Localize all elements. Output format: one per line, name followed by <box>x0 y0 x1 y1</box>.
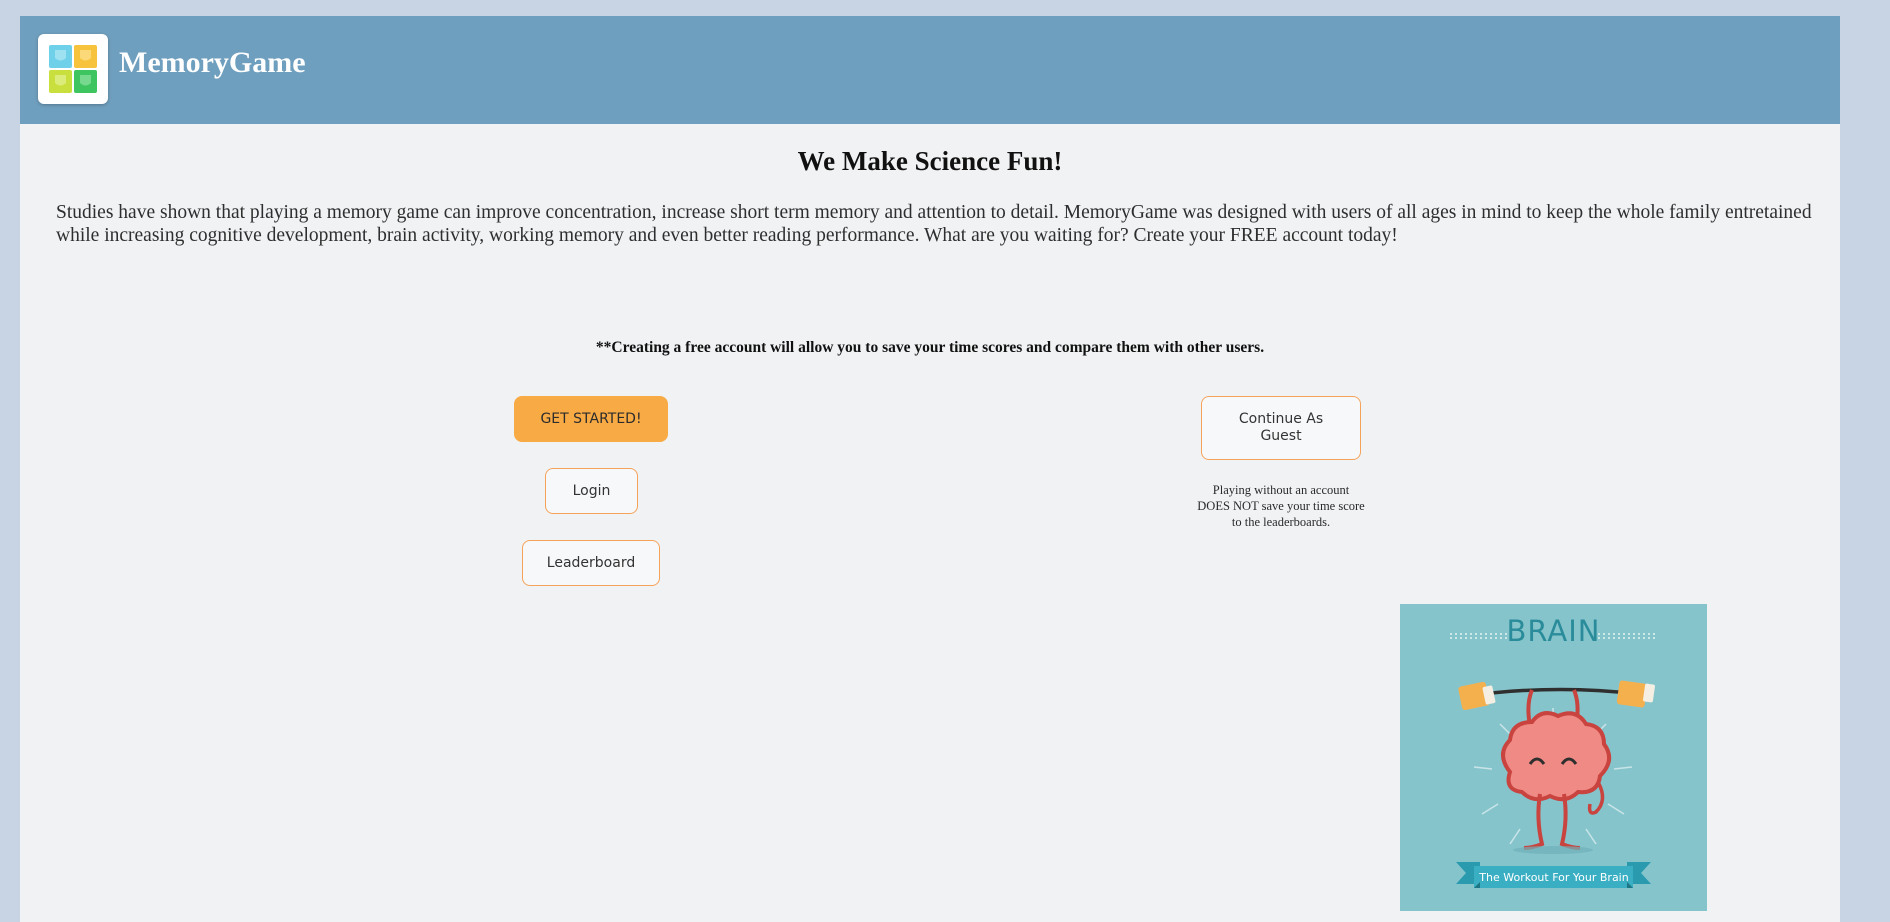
brain-lifting-weights-icon <box>1450 633 1658 888</box>
login-button[interactable]: Login <box>545 468 638 514</box>
app-title[interactable]: MemoryGame <box>119 46 306 80</box>
brain-workout-image: BRAIN The Workout For Your Brain <box>1400 604 1707 911</box>
brain-title: BRAIN <box>1506 614 1601 648</box>
four-tile-grid-icon <box>49 45 97 93</box>
account-note: **Creating a free account will allow you… <box>595 339 1265 356</box>
continue-as-guest-button[interactable]: Continue As Guest <box>1201 396 1361 460</box>
get-started-button[interactable]: GET STARTED! <box>514 396 668 442</box>
brain-tagline: The Workout For Your Brain <box>1479 871 1629 884</box>
intro-paragraph: Studies have shown that playing a memory… <box>56 202 1812 246</box>
page-headline: We Make Science Fun! <box>797 146 1063 176</box>
header-bar: MemoryGame <box>20 16 1840 124</box>
app-logo[interactable] <box>38 34 108 104</box>
leaderboard-button[interactable]: Leaderboard <box>522 540 660 586</box>
guest-warning-note: Playing without an account DOES NOT save… <box>1197 483 1365 529</box>
page-container: MemoryGame We Make Science Fun! Studies … <box>20 16 1840 922</box>
